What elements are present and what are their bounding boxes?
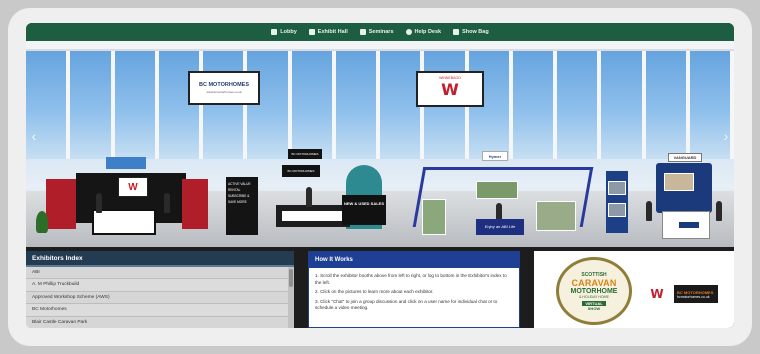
- plant-decoration: [36, 211, 48, 233]
- booth-picture[interactable]: [536, 201, 576, 231]
- booth-desk: Enjoy an ABI Life: [476, 219, 524, 235]
- staff-avatar[interactable]: [306, 187, 312, 207]
- door-icon: [308, 29, 315, 35]
- virtual-show-screen: Lobby Exhibit Hall Seminars Help Desk Sh…: [26, 23, 734, 328]
- ceiling-truss: [26, 41, 734, 51]
- sign-subtitle: WINNEBAGO: [439, 76, 461, 80]
- winnebago-booth[interactable]: W: [36, 157, 208, 239]
- booth-hang-sign: BC MOTORHOMES: [282, 165, 320, 177]
- scrollbar-thumb[interactable]: [289, 269, 293, 287]
- staff-avatar[interactable]: [164, 193, 170, 213]
- nav-label: Help Desk: [414, 29, 442, 35]
- booth-logo: Hymer: [482, 151, 508, 161]
- booth-logo: VANGUARD: [668, 153, 702, 162]
- staff-avatar[interactable]: [646, 201, 652, 221]
- hymer-booth[interactable]: Hymer Enjoy an ABI Life: [412, 151, 594, 245]
- badge-line: & HOLIDAY HOME: [579, 294, 609, 299]
- how-it-works-panel: How It Works 1. Scroll the exhibitor boo…: [308, 251, 520, 328]
- hall-windows: [26, 41, 734, 159]
- building-icon: [271, 29, 278, 35]
- step-text: 3. Click "Chat" to join a group discussi…: [315, 298, 498, 311]
- exhibitor-list-item[interactable]: ABI: [26, 267, 294, 280]
- exhibitors-list: ABI A. M Phillip Truckbuild Approved Wor…: [26, 267, 294, 328]
- exhibitor-list-item[interactable]: A. M Phillip Truckbuild: [26, 279, 294, 292]
- bc-motorhomes-sponsor-logo[interactable]: BC MOTORHOMES bcmotorhomes.co.uk: [674, 285, 718, 303]
- booth-picture[interactable]: [476, 181, 518, 199]
- how-it-works-steps: 1. Scroll the exhibitor booths above fro…: [309, 268, 519, 312]
- booth-counter: [92, 209, 156, 235]
- booth-desk: [276, 205, 350, 227]
- exhibitor-list-item[interactable]: BC Motorhomes: [26, 304, 294, 317]
- nav-label: Lobby: [280, 29, 297, 35]
- nav-show-bag[interactable]: Show Bag: [453, 29, 489, 35]
- staff-avatar[interactable]: [716, 201, 722, 221]
- device-frame: Lobby Exhibit Hall Seminars Help Desk Sh…: [8, 8, 752, 346]
- sponsor-panel: SCOTTISH CARAVAN MOTORHOME & HOLIDAY HOM…: [534, 251, 734, 328]
- booth-side-panel: [46, 179, 76, 229]
- step-text: 2. Click on the pictures to learn more a…: [315, 289, 434, 294]
- winnebago-hanging-sign[interactable]: WINNEBAGO W: [416, 71, 484, 107]
- top-navigation: Lobby Exhibit Hall Seminars Help Desk Sh…: [26, 23, 734, 41]
- booth-picture[interactable]: [608, 203, 626, 217]
- show-logo-badge: SCOTTISH CARAVAN MOTORHOME & HOLIDAY HOM…: [556, 257, 632, 325]
- nav-label: Exhibit Hall: [317, 29, 348, 35]
- presentation-icon: [359, 29, 366, 35]
- booth-picture[interactable]: [422, 199, 446, 235]
- nav-exhibit-hall[interactable]: Exhibit Hall: [308, 29, 348, 35]
- sign-title: BC MOTORHOMES: [198, 82, 249, 88]
- exhibitor-list-item[interactable]: Approved Workshop Scheme (AWS): [26, 291, 294, 305]
- exhibitors-scrollbar[interactable]: [288, 267, 294, 328]
- winnebago-logo-icon: W: [441, 79, 459, 99]
- booth-hang-sign: BC MOTORHOMES: [288, 149, 322, 159]
- nav-lobby[interactable]: Lobby: [271, 29, 297, 35]
- nav-seminars[interactable]: Seminars: [359, 29, 394, 35]
- exhibitor-list-item[interactable]: Blair Castle Caravan Park: [26, 316, 294, 328]
- bc-motorhomes-booth[interactable]: BC MOTORHOMES BC MOTORHOMES ACTIVE VALUE…: [226, 145, 406, 245]
- booth-sign: [106, 157, 146, 169]
- scroll-left-arrow-icon[interactable]: ‹: [28, 127, 40, 145]
- booth-screen[interactable]: W: [118, 177, 148, 197]
- sign-subtitle: www.bcmotorhomes.co.uk: [206, 90, 242, 94]
- booth-screen[interactable]: [664, 173, 694, 191]
- badge-line: SHOW: [587, 305, 601, 311]
- step-text: 1. Scroll the exhibitor booths above fro…: [315, 273, 507, 285]
- vanguard-booth[interactable]: VANGUARD: [606, 153, 726, 245]
- winnebago-sponsor-logo-icon[interactable]: W: [646, 285, 668, 303]
- winnebago-logo-icon: W: [128, 181, 138, 193]
- booth-side-panel: [182, 179, 208, 229]
- booth-counter: [662, 211, 710, 239]
- exhibit-hall-scene: ‹ › BC MOTORHOMES www.bcmotorhomes.co.uk…: [26, 41, 734, 247]
- badge-line: CARAVAN: [571, 277, 617, 288]
- booth-tower[interactable]: ACTIVE VALUE RENTAL SUBSCRIBE & SAVE MOR…: [226, 177, 258, 235]
- exhibitors-index-panel: Exhibitors Index ABI A. M Phillip Truckb…: [26, 251, 294, 328]
- info-icon: [405, 29, 412, 35]
- staff-avatar[interactable]: [96, 193, 102, 213]
- sponsor-subtitle: bcmotorhomes.co.uk: [677, 294, 710, 299]
- how-it-works-title: How It Works: [309, 252, 519, 268]
- booth-picture[interactable]: [608, 181, 626, 195]
- nav-help-desk[interactable]: Help Desk: [405, 29, 442, 35]
- bc-motorhomes-hanging-sign[interactable]: BC MOTORHOMES www.bcmotorhomes.co.uk: [188, 71, 260, 105]
- scroll-right-arrow-icon[interactable]: ›: [720, 127, 732, 145]
- booth-screen[interactable]: NEW & USED SALES: [342, 195, 386, 225]
- nav-label: Show Bag: [462, 29, 489, 35]
- exhibitors-index-title: Exhibitors Index: [26, 251, 294, 267]
- bag-icon: [453, 29, 460, 35]
- nav-label: Seminars: [368, 29, 394, 35]
- badge-line: MOTORHOME: [570, 287, 618, 295]
- tower-line: SAVE MORE: [228, 200, 247, 204]
